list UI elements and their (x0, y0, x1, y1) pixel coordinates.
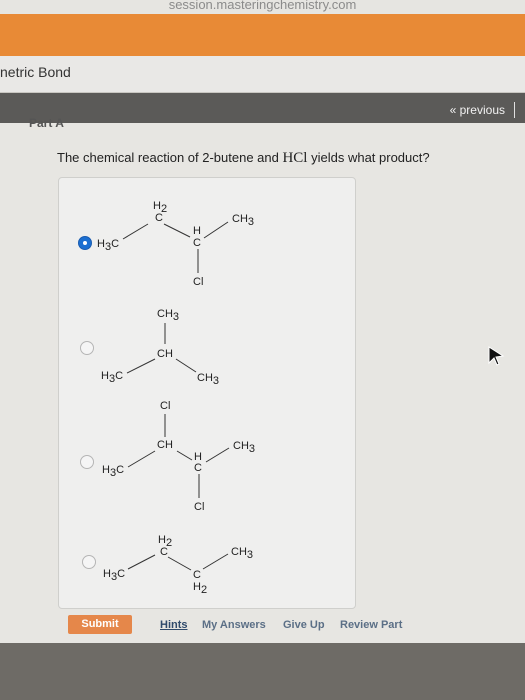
option-1-structure[interactable]: H3C H2 C H C CH3 Cl (97, 200, 254, 288)
svg-text:C: C (194, 462, 202, 474)
svg-text:C: C (193, 237, 201, 249)
svg-text:CH: CH (157, 439, 173, 451)
svg-text:H2: H2 (193, 581, 207, 596)
svg-text:H3C: H3C (102, 464, 124, 479)
svg-text:C: C (193, 569, 201, 581)
my-answers-link[interactable]: My Answers (202, 619, 266, 631)
option-2-structure[interactable]: CH3 CH H3C CH3 (101, 308, 219, 387)
svg-text:H3C: H3C (101, 370, 123, 385)
svg-text:H3C: H3C (103, 568, 125, 583)
svg-text:Cl: Cl (193, 276, 203, 288)
svg-text:Cl: Cl (194, 501, 204, 513)
page-bottom-area (0, 643, 525, 700)
hints-link[interactable]: Hints (160, 619, 188, 631)
svg-text:CH: CH (157, 348, 173, 360)
svg-text:Cl: Cl (160, 400, 170, 412)
structures-svg: H3C H2 C H C CH3 Cl CH3 CH H3C CH3 Cl CH… (97, 200, 255, 596)
svg-text:CH3: CH3 (231, 546, 253, 561)
svg-text:C: C (155, 212, 163, 224)
option-3-structure[interactable]: Cl CH H3C H C CH3 Cl (102, 400, 255, 513)
svg-text:H: H (193, 225, 201, 237)
review-part-link[interactable]: Review Part (340, 619, 402, 631)
give-up-link[interactable]: Give Up (283, 619, 325, 631)
svg-text:CH3: CH3 (233, 440, 255, 455)
svg-text:H3C: H3C (97, 238, 119, 253)
option-4-structure[interactable]: H2 C H3C C H2 CH3 (103, 534, 253, 596)
svg-text:CH3: CH3 (232, 213, 254, 228)
svg-text:C: C (160, 546, 168, 558)
svg-text:CH3: CH3 (197, 372, 219, 387)
mouse-cursor-icon (488, 346, 505, 366)
svg-text:CH3: CH3 (157, 308, 179, 323)
submit-button[interactable]: Submit (68, 615, 132, 634)
